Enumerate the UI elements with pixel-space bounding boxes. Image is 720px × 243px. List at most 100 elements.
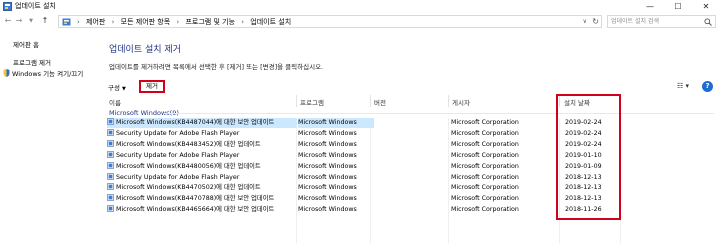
chevron-down-icon: ▼ [121, 86, 126, 92]
update-package-icon [107, 205, 114, 213]
minimize-button[interactable]: — [636, 0, 664, 13]
update-package-icon [107, 161, 114, 169]
column-header-name[interactable]: 이름 [109, 97, 121, 107]
update-program: Microsoft Windows [298, 195, 357, 203]
maximize-button[interactable]: ☐ [664, 0, 692, 13]
column-header-publisher[interactable]: 게시자 [452, 97, 470, 107]
window-title: 업데이트 설치 [15, 2, 56, 10]
command-bar: 구성 ▼ 제거 ☷ ▾ ? [104, 79, 720, 94]
update-name: Microsoft Windows(KB4480056)에 대한 업데이트 [116, 162, 261, 170]
table-row[interactable]: Microsoft Windows(KB4480056)에 대한 업데이트 Mic… [104, 161, 720, 172]
page-description: 업데이트를 제거하려면 목록에서 선택한 후 [제거] 또는 [변경]을 클릭하… [109, 63, 324, 71]
breadcrumb-separator-icon: › [176, 18, 180, 26]
update-publisher: Microsoft Corporation [451, 140, 519, 148]
update-name-cell: Microsoft Windows(KB4487044)에 대한 보안 업데이트 [107, 118, 297, 128]
table-row[interactable]: Security Update for Adobe Flash Player Mi… [104, 172, 720, 183]
control-panel-icon [3, 2, 12, 11]
update-package-icon [107, 172, 114, 180]
update-name: Microsoft Windows(KB4487044)에 대한 보안 업데이트 [116, 119, 275, 126]
table-row[interactable]: Microsoft Windows(KB4483452)에 대한 업데이트 Mic… [104, 139, 720, 150]
organize-menu-button[interactable]: 구성 ▼ [108, 82, 126, 92]
column-divider[interactable] [448, 95, 449, 107]
update-publisher: Microsoft Corporation [451, 151, 519, 159]
update-name-cell: Microsoft Windows(KB4483452)에 대한 업데이트 [107, 139, 297, 150]
main-content: 업데이트 설치 제거 업데이트를 제거하려면 목록에서 선택한 후 [제거] 또… [104, 30, 720, 243]
search-box[interactable] [607, 15, 716, 28]
forward-arrow-icon[interactable]: → [14, 15, 24, 27]
page-title: 업데이트 설치 제거 [109, 45, 181, 55]
update-name-cell: Microsoft Windows(KB4465664)에 대한 보안 업데이트 [107, 205, 297, 215]
update-name: Microsoft Windows(KB4483452)에 대한 업데이트 [116, 140, 261, 148]
back-arrow-icon[interactable]: ← [3, 15, 13, 27]
table-row[interactable]: Microsoft Windows(KB4470502)에 대한 업데이트 Mic… [104, 183, 720, 193]
update-package-icon [107, 129, 114, 136]
uninstall-button[interactable]: 제거 [139, 80, 165, 93]
table-row[interactable]: Security Update for Adobe Flash Player Mi… [104, 129, 720, 139]
update-package-icon [107, 139, 114, 147]
update-package-icon [107, 150, 114, 158]
update-name: Microsoft Windows(KB4470788)에 대한 보안 업데이트 [116, 195, 275, 203]
update-package-icon [107, 183, 114, 191]
recent-locations-chevron-icon[interactable]: ▼ [26, 15, 36, 27]
update-name-cell: Microsoft Windows(KB4470502)에 대한 업데이트 [107, 183, 297, 193]
column-divider[interactable] [296, 95, 297, 107]
update-name: Microsoft Windows(KB4465664)에 대한 보안 업데이트 [116, 206, 275, 214]
address-dropdown-icon[interactable]: ∨ [583, 17, 587, 27]
update-publisher: Microsoft Corporation [451, 162, 519, 170]
update-publisher: Microsoft Corporation [451, 195, 519, 203]
column-divider[interactable] [370, 95, 371, 107]
title-bar: 업데이트 설치 — ☐ ✕ [0, 0, 720, 13]
update-name-cell: Security Update for Adobe Flash Player [107, 172, 297, 183]
breadcrumb-separator-icon: › [77, 18, 80, 26]
breadcrumb-item-all-items[interactable]: 모든 제어판 항목 [121, 18, 171, 26]
refresh-icon[interactable]: ↻ [592, 16, 599, 27]
nav-windows-features[interactable]: Windows 기능 켜기/끄기 [3, 68, 83, 78]
nav-control-panel-home[interactable]: 제어판 홈 [13, 39, 39, 49]
search-icon[interactable] [704, 18, 712, 26]
shield-icon [3, 69, 10, 77]
update-name-cell: Security Update for Adobe Flash Player [107, 150, 297, 161]
table-row[interactable]: Security Update for Adobe Flash Player Mi… [104, 150, 720, 161]
group-divider [164, 113, 714, 114]
update-name: Microsoft Windows(KB4470502)에 대한 업데이트 [116, 184, 261, 192]
nav-uninstall-program[interactable]: 프로그램 제거 [13, 57, 51, 67]
update-publisher: Microsoft Corporation [451, 129, 519, 137]
close-button[interactable]: ✕ [692, 0, 720, 13]
address-bar-row: ← → ▼ ↑ › 제어판 › 모든 제어판 항목 › 프로그램 및 기능 › … [0, 13, 720, 30]
update-name-cell: Microsoft Windows(KB4470788)에 대한 보안 업데이트 [107, 194, 297, 204]
update-program: Microsoft Windows [298, 140, 357, 148]
help-icon[interactable]: ? [702, 81, 713, 92]
update-package-icon [107, 194, 114, 202]
table-row[interactable]: Microsoft Windows(KB4470788)에 대한 보안 업데이트… [104, 194, 720, 204]
column-header-row: 이름 프로그램 버전 게시자 설치 날짜 [104, 95, 720, 107]
left-nav-pane: 제어판 홈 프로그램 제거 Windows 기능 켜기/끄기 [0, 30, 104, 243]
address-bar[interactable]: › 제어판 › 모든 제어판 항목 › 프로그램 및 기능 › 업데이트 설치 … [58, 15, 602, 28]
update-program: Microsoft Windows [298, 162, 357, 170]
update-name: Security Update for Adobe Flash Player [116, 173, 240, 181]
install-date-highlight-box [556, 94, 621, 220]
nav-windows-features-label: Windows 기능 켜기/끄기 [12, 70, 84, 78]
update-program: Microsoft Windows [298, 129, 357, 137]
up-arrow-icon[interactable]: ↑ [40, 15, 50, 27]
update-name-cell: Microsoft Windows(KB4480056)에 대한 업데이트 [107, 161, 297, 172]
view-options-icon[interactable]: ☷ ▾ [674, 81, 692, 92]
update-program: Microsoft Windows [298, 151, 357, 159]
update-program: Microsoft Windows [298, 118, 374, 128]
breadcrumb-item-installed-updates[interactable]: 업데이트 설치 [250, 18, 291, 26]
update-program: Microsoft Windows [298, 184, 357, 192]
breadcrumb-item-control-panel[interactable]: 제어판 [86, 18, 105, 26]
breadcrumb-item-programs-features[interactable]: 프로그램 및 기능 [185, 18, 235, 26]
update-publisher: Microsoft Corporation [451, 184, 519, 192]
column-header-version[interactable]: 버전 [374, 97, 386, 107]
search-input[interactable] [608, 16, 700, 27]
table-row[interactable]: Microsoft Windows(KB4465664)에 대한 보안 업데이트… [104, 205, 720, 215]
update-publisher: Microsoft Corporation [451, 206, 519, 214]
update-name-cell: Security Update for Adobe Flash Player [107, 129, 297, 139]
update-package-icon [107, 118, 114, 125]
column-header-program[interactable]: 프로그램 [300, 97, 324, 107]
table-row[interactable]: Microsoft Windows(KB4487044)에 대한 보안 업데이트… [104, 118, 720, 128]
update-publisher: Microsoft Corporation [451, 119, 519, 126]
update-name: Security Update for Adobe Flash Player [116, 151, 240, 159]
breadcrumb-separator-icon: › [241, 18, 245, 26]
update-program: Microsoft Windows [298, 206, 357, 214]
